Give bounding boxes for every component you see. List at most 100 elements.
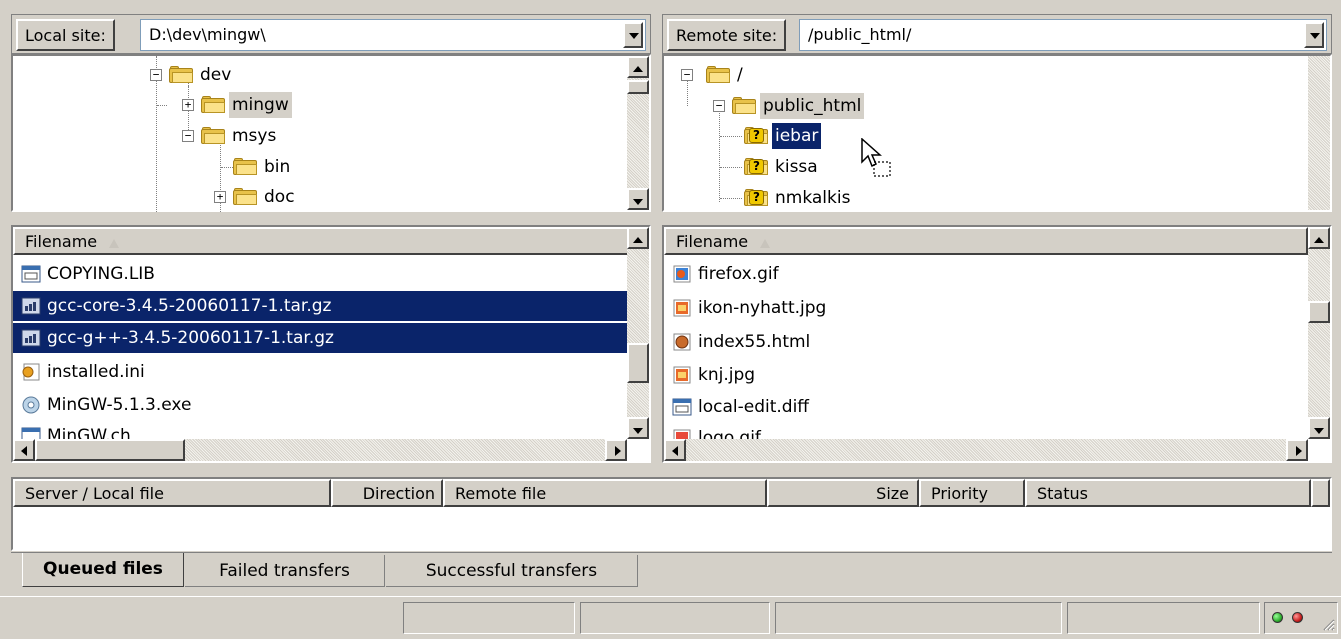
local-file-row[interactable]: MinGW-5.1.3.exe	[13, 390, 629, 420]
remote-file-row[interactable]: index55.html	[664, 327, 1304, 357]
tab-failed-transfers[interactable]: Failed transfers	[185, 555, 385, 587]
remote-site-label: Remote site:	[667, 19, 787, 51]
file-name: knj.jpg	[698, 365, 756, 385]
expand-icon[interactable]: +	[182, 99, 194, 111]
local-tree-item-msys[interactable]: − msys	[173, 122, 473, 150]
scroll-thumb[interactable]	[627, 80, 649, 94]
folder-icon	[233, 188, 257, 205]
local-file-row[interactable]: gcc-g++-3.4.5-20060117-1.tar.gz	[13, 323, 629, 353]
local-list-hscrollbar[interactable]	[13, 439, 627, 461]
remote-tree-item-root[interactable]: − /	[672, 61, 972, 89]
local-tree-item-doc[interactable]: + doc	[205, 183, 505, 211]
local-list-vscrollbar[interactable]	[627, 227, 649, 439]
remote-file-row[interactable]: firefox.gif	[664, 259, 1304, 289]
status-panel-4	[1067, 602, 1260, 634]
local-file-row[interactable]: MinGW.ch	[13, 421, 629, 441]
scroll-thumb[interactable]	[627, 343, 649, 383]
scroll-right-button[interactable]	[1286, 439, 1308, 461]
scroll-left-button[interactable]	[664, 439, 686, 461]
scroll-down-button[interactable]	[1308, 417, 1330, 439]
local-file-row[interactable]: COPYING.LIB	[13, 259, 629, 289]
remote-site-path[interactable]: /public_html/	[808, 25, 911, 44]
scroll-thumb[interactable]	[35, 439, 185, 461]
remote-filename-column-header[interactable]: Filename	[664, 227, 1308, 255]
local-file-row[interactable]: gcc-core-3.4.5-20060117-1.tar.gz	[13, 291, 629, 321]
local-tree-item-dev[interactable]: − dev	[141, 61, 441, 89]
tab-successful-transfers[interactable]: Successful transfers	[386, 555, 638, 587]
tree-item-label: doc	[264, 187, 295, 207]
remote-file-row[interactable]: local-edit.diff	[664, 392, 1304, 422]
queue-column-server-local-file[interactable]: Server / Local file	[13, 479, 331, 507]
scroll-left-button[interactable]	[13, 439, 35, 461]
status-bar-divider	[0, 596, 1341, 597]
queue-column-direction[interactable]: Direction	[331, 479, 443, 507]
collapse-icon[interactable]: −	[150, 69, 162, 81]
status-panel-indicators	[1264, 602, 1338, 634]
scroll-up-button[interactable]	[627, 56, 649, 78]
scroll-down-button[interactable]	[627, 417, 649, 439]
chevron-up-icon	[633, 66, 643, 72]
folder-icon	[706, 66, 730, 83]
remote-site-path-combo[interactable]: /public_html/	[799, 19, 1327, 51]
scroll-down-button[interactable]	[627, 188, 649, 210]
local-file-list[interactable]: Filename COPYING.LIB gcc-core-3.4.5-2006…	[11, 225, 651, 463]
scroll-thumb[interactable]	[1308, 301, 1330, 323]
remote-tree-item-public-html[interactable]: − public_html	[704, 92, 1004, 120]
local-site-path-combo[interactable]: D:\dev\mingw\	[140, 19, 646, 51]
local-filename-column-header[interactable]: Filename	[13, 227, 629, 255]
chevron-left-icon	[672, 446, 678, 456]
scroll-up-button[interactable]	[627, 227, 649, 249]
status-panel-2	[580, 602, 770, 634]
remote-list-vscrollbar[interactable]	[1308, 227, 1330, 439]
html-icon	[673, 333, 691, 351]
scroll-up-button[interactable]	[1308, 227, 1330, 249]
local-tree-scrollbar[interactable]	[627, 56, 649, 210]
file-name: COPYING.LIB	[47, 264, 155, 284]
collapse-icon[interactable]: −	[681, 69, 693, 81]
resize-grip-icon[interactable]	[1321, 617, 1335, 631]
file-name: ikon-nyhatt.jpg	[698, 298, 827, 318]
folder-icon	[169, 66, 193, 83]
tab-queued-files[interactable]: Queued files	[22, 553, 184, 587]
remote-site-dropdown-button[interactable]	[1304, 22, 1324, 48]
chevron-down-icon	[633, 428, 643, 434]
column-header-label: Filename	[25, 232, 98, 251]
file-name: MinGW-5.1.3.exe	[47, 395, 192, 415]
tree-item-label: public_html	[760, 93, 865, 119]
local-site-path[interactable]: D:\dev\mingw\	[149, 25, 266, 44]
expand-icon[interactable]: +	[214, 191, 226, 203]
receive-led-icon	[1272, 612, 1283, 623]
folder-icon	[233, 158, 257, 175]
send-led-icon	[1292, 612, 1303, 623]
unknown-folder-icon: ?	[744, 158, 768, 175]
local-tree-item-bin[interactable]: bin	[205, 153, 505, 181]
folder-icon	[732, 97, 756, 114]
local-tree-item-mingw[interactable]: + mingw	[157, 91, 473, 119]
remote-file-list[interactable]: Filename firefox.gif ikon-nyhatt.jpg ind…	[662, 225, 1332, 463]
image-icon	[673, 265, 691, 283]
remote-tree[interactable]: − / − public_html ? iebar ? kissa ? nmka…	[662, 54, 1332, 212]
transfer-queue[interactable]: Server / Local file Direction Remote fil…	[11, 477, 1332, 551]
chevron-right-icon	[1296, 446, 1302, 456]
tab-label: Failed transfers	[219, 561, 350, 581]
text-file-icon	[21, 265, 41, 283]
remote-file-row[interactable]: ikon-nyhatt.jpg	[664, 293, 1304, 323]
chevron-right-icon	[615, 446, 621, 456]
queue-column-size[interactable]: Size	[767, 479, 919, 507]
collapse-icon[interactable]: −	[182, 130, 194, 142]
queue-column-status[interactable]: Status	[1025, 479, 1311, 507]
local-site-dropdown-button[interactable]	[623, 22, 643, 48]
remote-list-hscrollbar[interactable]	[664, 439, 1308, 461]
remote-tree-scrollbar[interactable]	[1308, 56, 1330, 210]
tree-item-label: nmkalkis	[775, 188, 851, 208]
file-name: index55.html	[698, 332, 811, 352]
remote-file-row[interactable]: knj.jpg	[664, 360, 1304, 390]
queue-column-remote-file[interactable]: Remote file	[443, 479, 767, 507]
collapse-icon[interactable]: −	[713, 100, 725, 112]
queue-column-priority[interactable]: Priority	[919, 479, 1025, 507]
scroll-right-button[interactable]	[605, 439, 627, 461]
local-site-bar: Local site: D:\dev\mingw\	[11, 14, 651, 54]
local-tree[interactable]: − dev + mingw − msys bin + doc	[11, 54, 651, 212]
local-file-row[interactable]: installed.ini	[13, 357, 629, 387]
remote-tree-item-nmkalkis[interactable]: ? nmkalkis	[720, 184, 1036, 212]
